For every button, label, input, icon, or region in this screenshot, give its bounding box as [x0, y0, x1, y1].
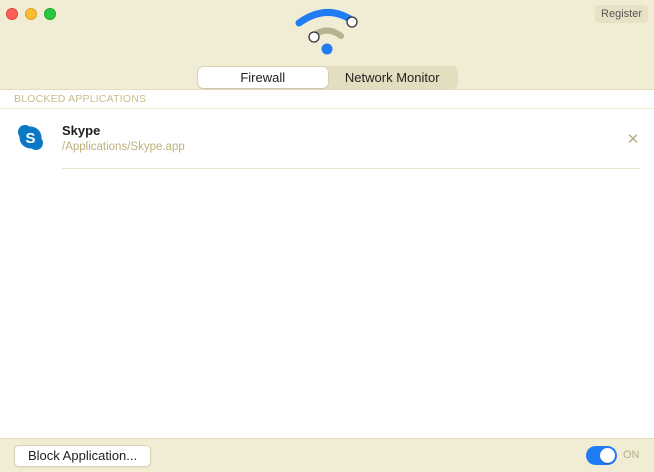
block-application-button[interactable]: Block Application... [14, 445, 152, 467]
app-path: /Applications/Skype.app [62, 141, 185, 153]
svg-text:S: S [25, 130, 35, 147]
skype-icon: S [18, 125, 43, 150]
footer-bar: Block Application... ON [0, 438, 654, 472]
firewall-toggle[interactable] [586, 446, 617, 465]
blocked-applications-header: BLOCKED APPLICATIONS [0, 90, 654, 109]
blocked-app-row[interactable]: S Skype /Applications/Skype.app ✕ [0, 112, 654, 169]
minimize-window-button[interactable] [25, 8, 37, 20]
toggle-state-label: ON [623, 449, 640, 461]
remove-app-icon[interactable]: ✕ [625, 131, 641, 147]
close-window-button[interactable] [6, 8, 18, 20]
wifi-firewall-logo-icon [295, 9, 358, 55]
titlebar: Register Firewall Network Monitor [0, 0, 654, 90]
row-divider [62, 168, 640, 169]
zoom-window-button[interactable] [44, 8, 56, 20]
register-button[interactable]: Register [595, 5, 648, 23]
app-window: Register Firewall Network Monitor BLOCKE… [0, 0, 654, 472]
tab-firewall[interactable]: Firewall [198, 67, 328, 88]
tab-network-monitor[interactable]: Network Monitor [328, 67, 458, 88]
toggle-knob [600, 448, 615, 463]
view-tabs: Firewall Network Monitor [197, 66, 458, 89]
window-controls [6, 8, 56, 20]
app-name: Skype [62, 123, 101, 138]
